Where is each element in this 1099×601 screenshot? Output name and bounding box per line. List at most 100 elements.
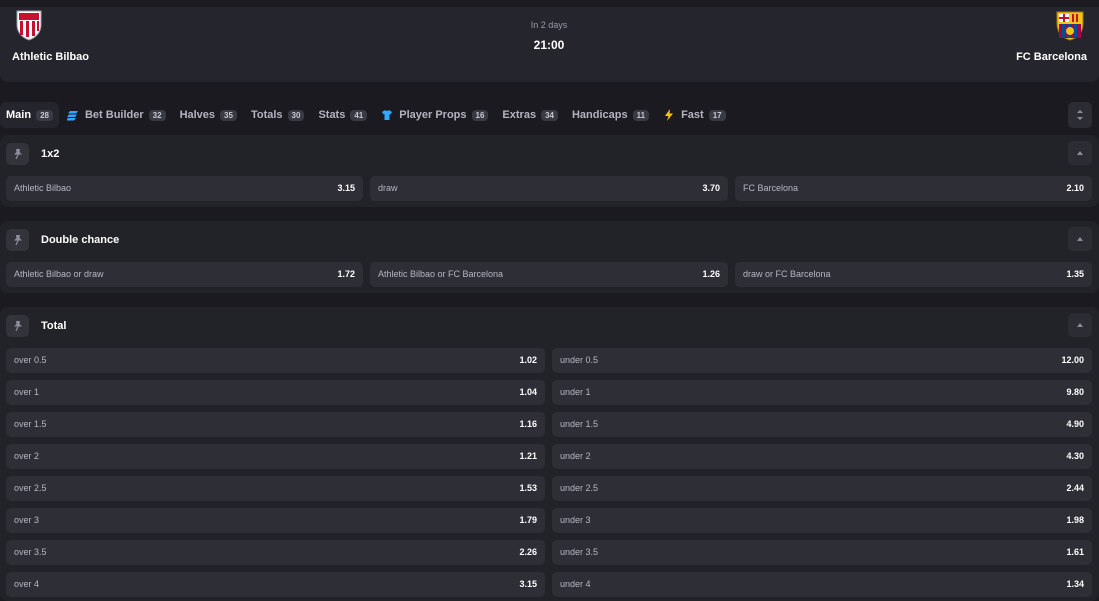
collapse-all-button[interactable]	[1068, 102, 1092, 128]
outcome-label: over 4	[14, 579, 40, 589]
odd-button-over[interactable]: over 2.5 1.53	[6, 476, 545, 501]
outcome-label: under 4	[560, 579, 591, 589]
outcome-price: 12.00	[1061, 355, 1084, 365]
outcome-label: under 3.5	[560, 547, 599, 557]
lightning-icon	[665, 109, 674, 121]
pin-market-button[interactable]	[6, 143, 29, 165]
market-1x2: 1x2 Athletic Bilbao 3.15 draw 3.70 FC Ba…	[0, 135, 1099, 207]
tab-halves[interactable]: Halves 35	[174, 102, 243, 128]
tab-handicaps[interactable]: Handicaps 11	[566, 102, 655, 128]
odd-button-under[interactable]: under 4 1.34	[552, 572, 1092, 597]
tab-fast[interactable]: Fast 17	[657, 102, 732, 128]
odd-button-home-or-draw[interactable]: Athletic Bilbao or draw 1.72	[6, 262, 363, 287]
outcome-label: over 2	[14, 451, 40, 461]
tab-label: Main	[6, 109, 32, 121]
outcome-label: under 1.5	[560, 419, 599, 429]
athletic-bilbao-crest-icon	[16, 10, 42, 41]
tab-stats[interactable]: Stats 41	[312, 102, 373, 128]
chevron-up-icon	[1077, 323, 1083, 327]
odd-button-over[interactable]: over 2 1.21	[6, 444, 545, 469]
odd-button-over[interactable]: over 3 1.79	[6, 508, 545, 533]
match-header: Athletic Bilbao In 2 days 21:00 FC Barce…	[0, 7, 1099, 82]
outcome-label: over 3	[14, 515, 40, 525]
odd-button-under[interactable]: under 3 1.98	[552, 508, 1092, 533]
odd-button-under[interactable]: under 2 4.30	[552, 444, 1092, 469]
outcome-price: 1.35	[1066, 269, 1084, 279]
outcome-price: 1.61	[1066, 547, 1084, 557]
outcome-label: over 3.5	[14, 547, 47, 557]
tab-label: Player Props	[399, 109, 467, 121]
expand-collapse-icon	[1077, 110, 1083, 120]
odd-button-over[interactable]: over 1 1.04	[6, 380, 545, 405]
outcome-price: 1.16	[519, 419, 537, 429]
tab-count-badge: 35	[220, 109, 237, 121]
tab-label: Stats	[318, 109, 346, 121]
tab-bet-builder[interactable]: Bet Builder 32	[61, 102, 172, 128]
odd-button-under[interactable]: under 1 9.80	[552, 380, 1092, 405]
odd-button-home-or-away[interactable]: Athletic Bilbao or FC Barcelona 1.26	[370, 262, 728, 287]
jersey-icon	[382, 110, 393, 120]
bet-builder-icon	[66, 111, 78, 121]
chevron-up-icon	[1077, 151, 1083, 155]
tab-player-props[interactable]: Player Props 16	[375, 102, 494, 128]
tab-count-badge: 41	[350, 109, 368, 121]
odd-button-under[interactable]: under 3.5 1.61	[552, 540, 1092, 565]
market-title: Double chance	[41, 234, 120, 246]
odd-button-over[interactable]: over 3.5 2.26	[6, 540, 545, 565]
market-tabs: Main 28 Bet Builder 32 Halves 35 Totals …	[0, 101, 1099, 129]
tab-label: Totals	[250, 109, 283, 121]
pin-icon	[13, 149, 22, 160]
pin-market-button[interactable]	[6, 229, 29, 251]
fc-barcelona-crest-icon	[1056, 11, 1084, 41]
outcome-price: 1.26	[702, 269, 720, 279]
outcome-price: 1.02	[519, 355, 537, 365]
outcome-price: 4.30	[1066, 451, 1084, 461]
tab-main[interactable]: Main 28	[0, 102, 59, 128]
outcome-price: 9.80	[1066, 387, 1084, 397]
outcome-price: 1.34	[1066, 579, 1084, 589]
tab-count-badge: 32	[148, 109, 166, 121]
odd-button-home[interactable]: Athletic Bilbao 3.15	[6, 176, 363, 201]
odd-button-under[interactable]: under 0.5 12.00	[552, 348, 1092, 373]
outcome-label: Athletic Bilbao or FC Barcelona	[378, 269, 504, 279]
outcome-label: under 2	[560, 451, 591, 461]
outcome-label: draw	[378, 183, 398, 193]
outcome-price: 3.70	[702, 183, 720, 193]
collapse-market-button[interactable]	[1068, 227, 1092, 251]
collapse-market-button[interactable]	[1068, 313, 1092, 337]
pin-market-button[interactable]	[6, 315, 29, 337]
tab-count-badge: 34	[541, 109, 558, 121]
outcome-price: 1.72	[337, 269, 355, 279]
tab-label: Halves	[179, 109, 216, 121]
outcome-label: under 2.5	[560, 483, 599, 493]
pin-icon	[13, 321, 22, 332]
outcome-label: over 0.5	[14, 355, 47, 365]
odd-button-draw-or-away[interactable]: draw or FC Barcelona 1.35	[735, 262, 1092, 287]
tab-count-badge: 28	[36, 109, 53, 121]
tab-totals[interactable]: Totals 30	[245, 102, 310, 128]
away-team-name: FC Barcelona	[1016, 51, 1087, 63]
odd-button-draw[interactable]: draw 3.70	[370, 176, 728, 201]
tab-extras[interactable]: Extras 34	[496, 102, 564, 128]
market-title: Total	[41, 320, 67, 332]
outcome-label: over 1.5	[14, 419, 47, 429]
outcome-label: under 3	[560, 515, 591, 525]
outcome-price: 1.53	[519, 483, 537, 493]
odd-button-over[interactable]: over 1.5 1.16	[6, 412, 545, 437]
tab-count-badge: 30	[287, 109, 305, 121]
odd-button-under[interactable]: under 2.5 2.44	[552, 476, 1092, 501]
outcome-label: over 1	[14, 387, 40, 397]
collapse-market-button[interactable]	[1068, 141, 1092, 165]
outcome-price: 2.10	[1066, 183, 1084, 193]
odd-button-under[interactable]: under 1.5 4.90	[552, 412, 1092, 437]
odd-button-over[interactable]: over 0.5 1.02	[6, 348, 545, 373]
market-double-chance: Double chance Athletic Bilbao or draw 1.…	[0, 221, 1099, 293]
outcome-label: under 0.5	[560, 355, 599, 365]
odd-button-away[interactable]: FC Barcelona 2.10	[735, 176, 1092, 201]
outcome-price: 1.04	[519, 387, 537, 397]
tab-label: Extras	[502, 109, 537, 121]
odd-button-over[interactable]: over 4 3.15	[6, 572, 545, 597]
tab-count-badge: 17	[708, 109, 726, 121]
outcome-label: draw or FC Barcelona	[743, 269, 831, 279]
outcome-price: 1.98	[1066, 515, 1084, 525]
